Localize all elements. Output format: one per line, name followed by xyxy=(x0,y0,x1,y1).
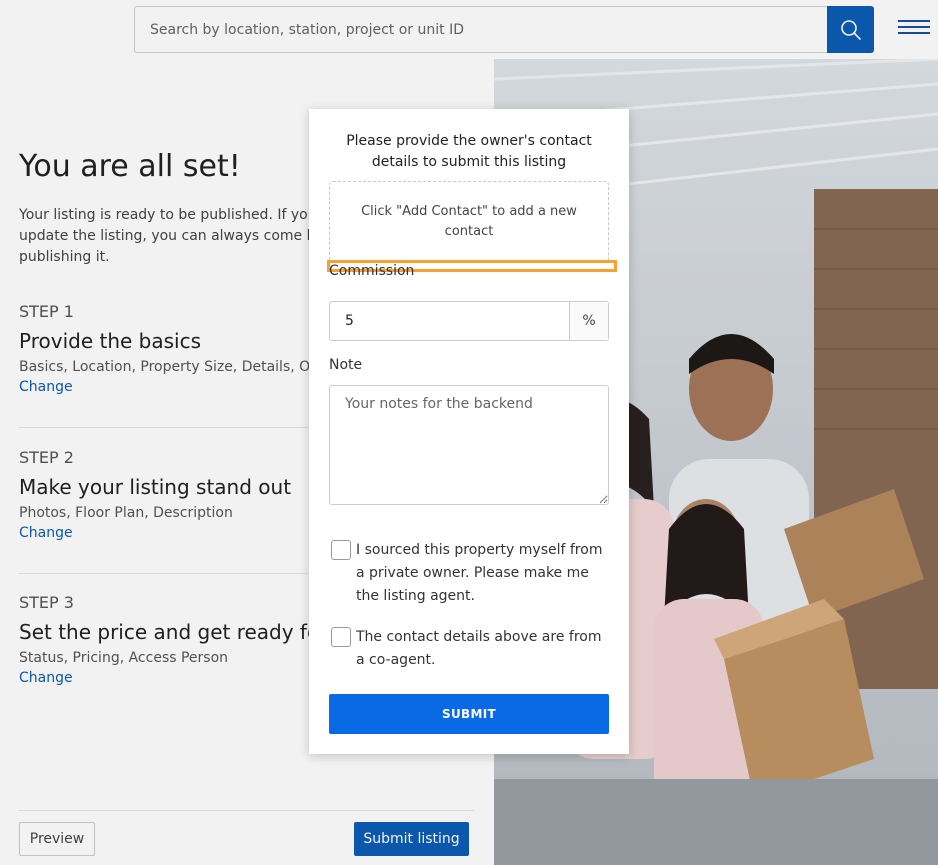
note-label: Note xyxy=(329,357,363,373)
contact-placeholder-box: Click "Add Contact" to add a new contact xyxy=(329,181,609,263)
co-agent-option: The contact details above are from a co-… xyxy=(331,626,611,672)
commission-field: % xyxy=(329,301,609,341)
note-textarea[interactable] xyxy=(329,385,609,505)
modal-heading: Please provide the owner's contact detai… xyxy=(346,133,592,170)
sourced-myself-checkbox[interactable] xyxy=(331,540,351,560)
commission-unit: % xyxy=(569,302,608,340)
commission-label: Commission xyxy=(329,263,415,279)
co-agent-checkbox[interactable] xyxy=(331,627,351,647)
sourced-myself-option: I sourced this property myself from a pr… xyxy=(331,539,611,608)
sourced-myself-label[interactable]: I sourced this property myself from a pr… xyxy=(356,539,611,608)
commission-input[interactable] xyxy=(330,302,569,340)
co-agent-label[interactable]: The contact details above are from a co-… xyxy=(356,626,611,672)
modal-submit-button[interactable]: SUBMIT xyxy=(329,694,609,734)
owner-contact-modal: Please provide the owner's contact detai… xyxy=(309,109,629,754)
